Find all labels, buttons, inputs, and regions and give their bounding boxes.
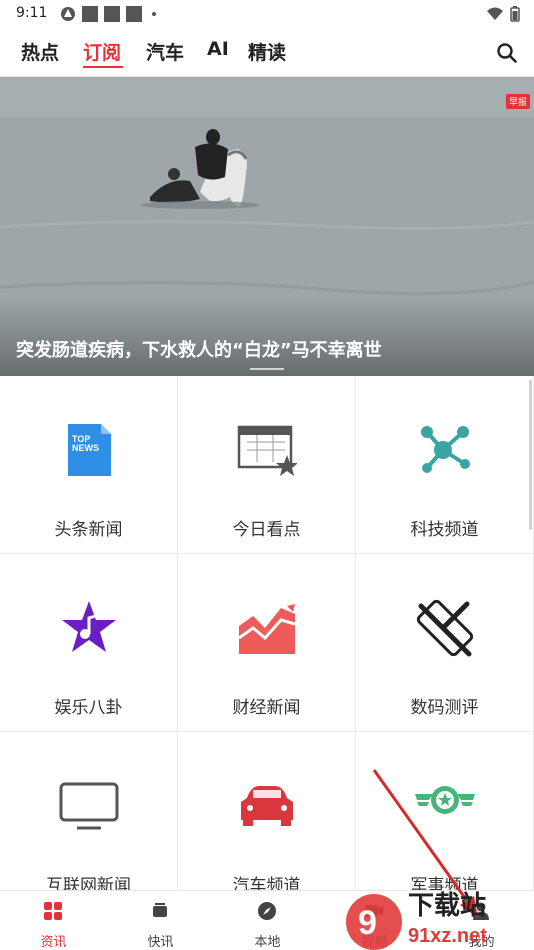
- channel-internet[interactable]: 互联网新闻: [0, 732, 178, 910]
- channel-finance[interactable]: 财经新闻: [178, 554, 356, 732]
- hero-caption[interactable]: 突发肠道疾病，下水救人的“白龙”马不幸离世: [16, 336, 382, 362]
- tab-subscribe[interactable]: 订阅: [83, 38, 121, 65]
- channel-label: 娱乐八卦: [54, 698, 123, 718]
- site-watermark: 9 下载站 91xz.net: [346, 891, 487, 950]
- status-time: 9:11: [16, 5, 48, 21]
- top-news-icon-text-2: NEWS: [72, 443, 99, 453]
- calendar-star-icon: [237, 425, 297, 476]
- status-system-icons: [486, 6, 520, 22]
- car-icon: [241, 786, 293, 826]
- channel-auto[interactable]: 汽车频道: [178, 732, 356, 910]
- active-tab-indicator: [83, 66, 123, 68]
- battery-icon: [510, 6, 520, 22]
- svg-text:9: 9: [358, 904, 377, 942]
- watermark-text-top: 下载站: [408, 891, 486, 921]
- channel-label: 头条新闻: [54, 520, 123, 540]
- phone-tools-icon: [416, 599, 474, 657]
- scrollbar[interactable]: [529, 380, 532, 530]
- channel-label: 科技频道: [410, 520, 479, 540]
- nav-label: 资讯: [40, 935, 67, 950]
- channel-top-news[interactable]: TOP NEWS 头条新闻: [0, 376, 178, 554]
- notification-square-icon: [82, 6, 98, 22]
- wifi-icon: [487, 7, 503, 20]
- channel-label: 今日看点: [232, 520, 301, 540]
- status-bar: 9:11: [0, 0, 534, 28]
- channel-label: 数码测评: [410, 698, 479, 718]
- tab-ai[interactable]: AI: [207, 38, 229, 60]
- tab-hot[interactable]: 热点: [21, 38, 59, 65]
- compass-icon: [258, 902, 276, 920]
- trend-chart-icon: [238, 604, 296, 654]
- nav-label: 本地: [254, 935, 281, 950]
- grid-icon: [44, 902, 62, 920]
- hero-badge: 早报: [505, 94, 530, 109]
- search-icon[interactable]: [496, 42, 518, 64]
- layers-icon: [153, 903, 167, 917]
- more-notifications-dot-icon: [152, 12, 156, 16]
- hero-banner[interactable]: 早报 突发肠道疾病，下水救人的“白龙”马不幸离世: [0, 77, 534, 376]
- nav-news[interactable]: 资讯: [0, 891, 107, 950]
- channel-entertainment[interactable]: 娱乐八卦: [0, 554, 178, 732]
- channel-label: 财经新闻: [232, 698, 301, 718]
- nav-label: 快讯: [147, 935, 174, 950]
- top-news-icon: TOP NEWS: [68, 424, 111, 476]
- channel-today-highlights[interactable]: 今日看点: [178, 376, 356, 554]
- tab-deep-read[interactable]: 精读: [248, 38, 286, 65]
- notification-square-icon: [104, 6, 120, 22]
- carousel-indicator: [250, 368, 284, 370]
- military-badge-icon: [415, 786, 475, 814]
- molecule-icon: [421, 426, 470, 473]
- app-notification-icon: [61, 7, 75, 21]
- tab-auto[interactable]: 汽车: [146, 38, 184, 65]
- music-star-icon: [62, 601, 116, 652]
- channel-tech[interactable]: 科技频道: [356, 376, 534, 554]
- status-notification-icons: [60, 6, 156, 22]
- notification-square-icon: [126, 6, 142, 22]
- monitor-icon: [59, 782, 119, 830]
- top-tab-bar: 热点 订阅 汽车 AI 精读: [0, 28, 534, 76]
- nav-local[interactable]: 本地: [214, 891, 321, 950]
- watermark-text-bottom: 91xz.net: [408, 925, 487, 947]
- channel-digital-review[interactable]: 数码测评: [356, 554, 534, 732]
- nav-flash[interactable]: 快讯: [107, 891, 214, 950]
